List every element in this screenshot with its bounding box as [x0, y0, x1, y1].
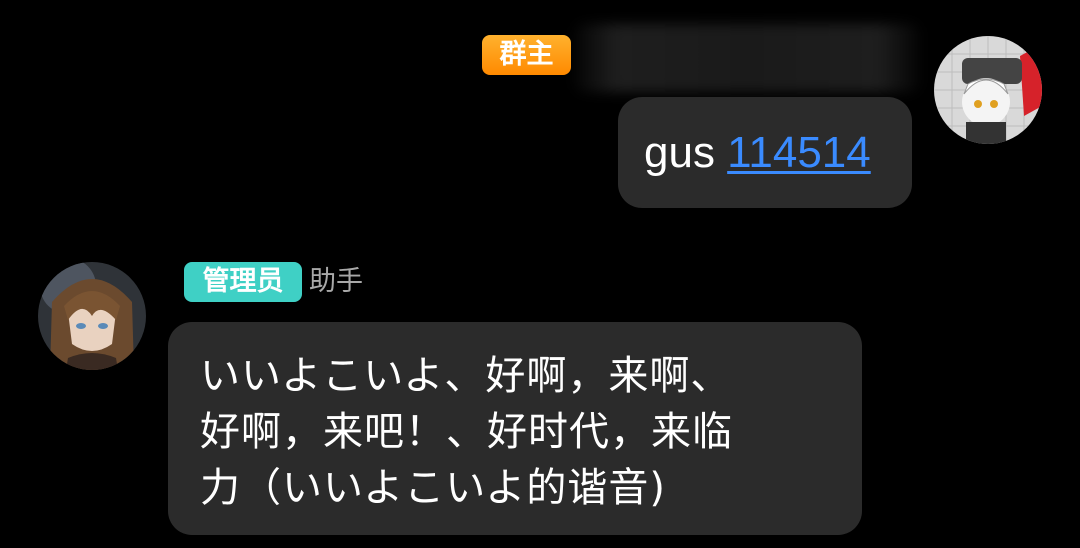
blurred-sender-name: [574, 24, 920, 92]
number-link[interactable]: 114514: [727, 128, 871, 177]
message-line: 好啊，来吧！、好时代，来临: [200, 409, 733, 455]
admin-message-bubble[interactable]: いいよこいよ、好啊，来啊、 好啊，来吧！、好时代，来临 力（いいよこいよ的谐音): [168, 322, 862, 535]
owner-message-bubble[interactable]: gus 114514: [618, 97, 912, 208]
admin-avatar[interactable]: [38, 262, 146, 370]
chat-view: 群主 gus 114514 管理员 助手 いいよこいよ、好啊，来啊、 好啊，来吧…: [0, 0, 1080, 548]
owner-message-text: gus 114514: [644, 127, 871, 179]
anime-girl-avatar-icon: [38, 262, 146, 370]
message-line: いいよこいよ、好啊，来啊、: [200, 353, 732, 399]
admin-badge: 管理员: [184, 262, 302, 302]
sender-name[interactable]: 助手: [309, 262, 363, 302]
message-line: 力（いいよこいよ的谐音): [200, 465, 667, 511]
minesweeper-avatar-icon: [934, 36, 1042, 144]
group-owner-badge: 群主: [482, 35, 571, 75]
owner-avatar[interactable]: [934, 36, 1042, 144]
owner-message-prefix: gus: [644, 128, 728, 177]
